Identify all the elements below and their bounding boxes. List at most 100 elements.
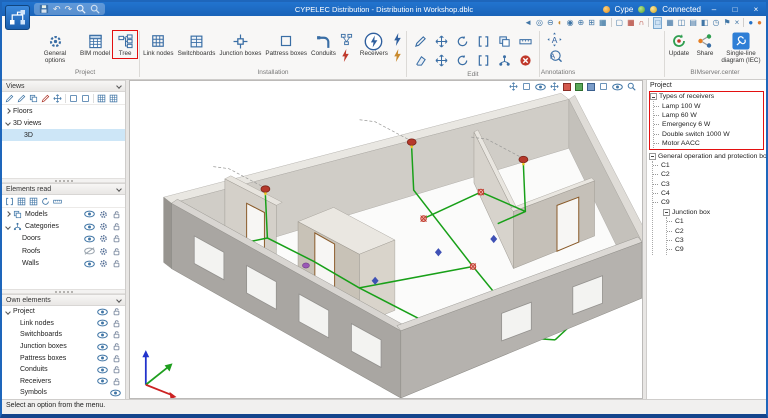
visibility-eye-icon[interactable] (84, 223, 95, 231)
delete-tool-icon[interactable]: × (735, 18, 740, 28)
visibility-eye-icon[interactable] (97, 331, 108, 339)
select-arrow-icon[interactable]: ◄ (524, 18, 532, 28)
duplicate-view-icon[interactable] (29, 94, 38, 103)
bim-model-button[interactable]: BIM model (78, 30, 112, 59)
lock-icon[interactable] (112, 210, 121, 219)
pan-icon[interactable] (550, 82, 559, 91)
grid-icon[interactable]: ▦ (666, 18, 674, 28)
junction-boxes-button[interactable]: Junction boxes (217, 30, 263, 59)
receiver-group-icon[interactable] (392, 33, 403, 46)
collapse-box-icon[interactable] (650, 93, 657, 100)
settings-gear-icon[interactable] (99, 259, 108, 268)
trim-icon[interactable] (477, 54, 490, 67)
visibility-eye-icon[interactable] (97, 377, 108, 385)
expand-all-icon[interactable] (5, 197, 14, 206)
lock-icon[interactable] (112, 234, 121, 243)
globe-icon[interactable]: ● (748, 18, 753, 28)
chevron-right-icon[interactable] (5, 108, 11, 114)
own-elements-row-symbols[interactable]: Symbols (2, 387, 125, 399)
elements-read-row-models[interactable]: Models (2, 208, 125, 220)
own-elements-row-project[interactable]: Project (2, 306, 125, 318)
blue-clip-icon[interactable] (587, 83, 595, 91)
help-icon[interactable]: ● (757, 18, 762, 28)
symbol-tree-icon[interactable] (498, 54, 511, 67)
visibility-off-eye-icon[interactable] (84, 247, 95, 255)
copy-icon[interactable] (498, 35, 511, 48)
tree-leaf-lamp-60[interactable]: Lamp 60 W (654, 111, 762, 120)
lock-icon[interactable] (112, 377, 121, 386)
opacity-icon[interactable] (53, 197, 62, 206)
own-elements-row-switchboards[interactable]: Switchboards (2, 329, 125, 341)
receiver-search-icon[interactable] (392, 49, 403, 62)
collapse-chevron-icon[interactable] (116, 297, 122, 303)
fit-view-icon[interactable]: ⊞ (588, 18, 595, 28)
own-elements-row-pattress-boxes[interactable]: Pattress boxes (2, 352, 125, 364)
settings-gear-icon[interactable] (99, 234, 108, 243)
ruler-icon[interactable]: ◧ (701, 18, 709, 28)
own-elements-row-junction-boxes[interactable]: Junction boxes (2, 341, 125, 353)
stretch-icon[interactable] (477, 35, 490, 48)
pan-zoom-icon[interactable] (90, 4, 100, 14)
tree-leaf-c3[interactable]: C3 (653, 180, 764, 189)
zoom-icon[interactable] (76, 4, 86, 14)
lock-icon[interactable] (112, 354, 121, 363)
tree-leaf-c4[interactable]: C4 (653, 189, 764, 198)
redo-icon[interactable]: ↷ (65, 5, 73, 14)
lock-icon[interactable] (112, 247, 121, 256)
tree-leaf-emergency[interactable]: Emergency 6 W (654, 120, 762, 129)
rotate-icon[interactable] (456, 35, 469, 48)
lock-icon[interactable] (112, 222, 121, 231)
update-button[interactable]: Update (666, 30, 692, 59)
ortho-icon[interactable]: ∩ (639, 18, 645, 28)
visibility-eye-icon[interactable] (110, 389, 121, 397)
zoom-out-icon[interactable]: ⊖ (547, 18, 554, 28)
undo-icon[interactable]: ↶ (53, 5, 61, 14)
own-elements-row-conduits[interactable]: Conduits (2, 364, 125, 376)
scene-eye-icon[interactable] (612, 83, 623, 91)
conduits-button[interactable]: Conduits (309, 30, 338, 59)
collapse-chevron-icon[interactable] (116, 186, 122, 192)
tree-leaf-motor[interactable]: Motor AACC (654, 139, 762, 148)
save-icon[interactable] (39, 4, 49, 14)
link-nodes-button[interactable]: Link nodes (141, 30, 175, 59)
new-view-icon[interactable] (5, 94, 14, 103)
walkthrough-icon[interactable] (509, 82, 518, 91)
collapse-box-icon[interactable] (649, 153, 656, 160)
3d-viewport[interactable] (129, 80, 643, 399)
refresh-icon[interactable] (41, 197, 50, 206)
tree-leaf-double-switch[interactable]: Double switch 1000 W (654, 130, 762, 139)
minimize-button[interactable]: – (706, 5, 722, 14)
conduit-bolt-icon[interactable] (340, 49, 351, 62)
elements-read-row-categories[interactable]: Categories (2, 220, 125, 232)
views-panel-header[interactable]: Views (2, 80, 125, 92)
lock-icon[interactable] (112, 342, 121, 351)
clock-icon[interactable]: ◷ (712, 18, 719, 28)
move-icon[interactable] (435, 35, 448, 48)
share-button[interactable]: Share (692, 30, 718, 59)
layers-icon[interactable] (17, 197, 26, 206)
close-button[interactable]: × (748, 5, 764, 14)
tree-leaf-jb-c2[interactable]: C2 (667, 226, 764, 235)
tree-node-types-of-receivers[interactable]: Types of receivers (650, 92, 762, 101)
erase-icon[interactable] (414, 54, 427, 67)
tree-button[interactable]: Tree (112, 30, 138, 59)
search-icon[interactable]: ◉ (567, 18, 574, 28)
measure-icon[interactable] (519, 35, 532, 48)
receivers-button[interactable]: Receivers (358, 30, 390, 59)
lock-icon[interactable] (112, 330, 121, 339)
snap-icon[interactable]: ◫ (678, 18, 686, 28)
tree-leaf-lamp-100[interactable]: Lamp 100 W (654, 101, 762, 110)
switchboards-button[interactable]: Switchboards (176, 30, 218, 59)
redraw-icon[interactable]: ◐ (558, 18, 563, 28)
chevron-down-icon[interactable] (5, 120, 11, 126)
visibility-eye-icon[interactable] (97, 343, 108, 351)
tree-leaf-c2[interactable]: C2 (653, 170, 764, 179)
collapse-chevron-icon[interactable] (116, 83, 122, 89)
print-icon[interactable]: ▤ (689, 18, 697, 28)
own-elements-row-link-nodes[interactable]: Link nodes (2, 318, 125, 330)
green-clip-icon[interactable] (575, 83, 583, 91)
lock-icon[interactable] (112, 307, 121, 316)
elements-read-row-doors[interactable]: Doors (2, 233, 125, 245)
view-grid2-icon[interactable] (109, 94, 118, 103)
red-clip-icon[interactable] (563, 83, 571, 91)
